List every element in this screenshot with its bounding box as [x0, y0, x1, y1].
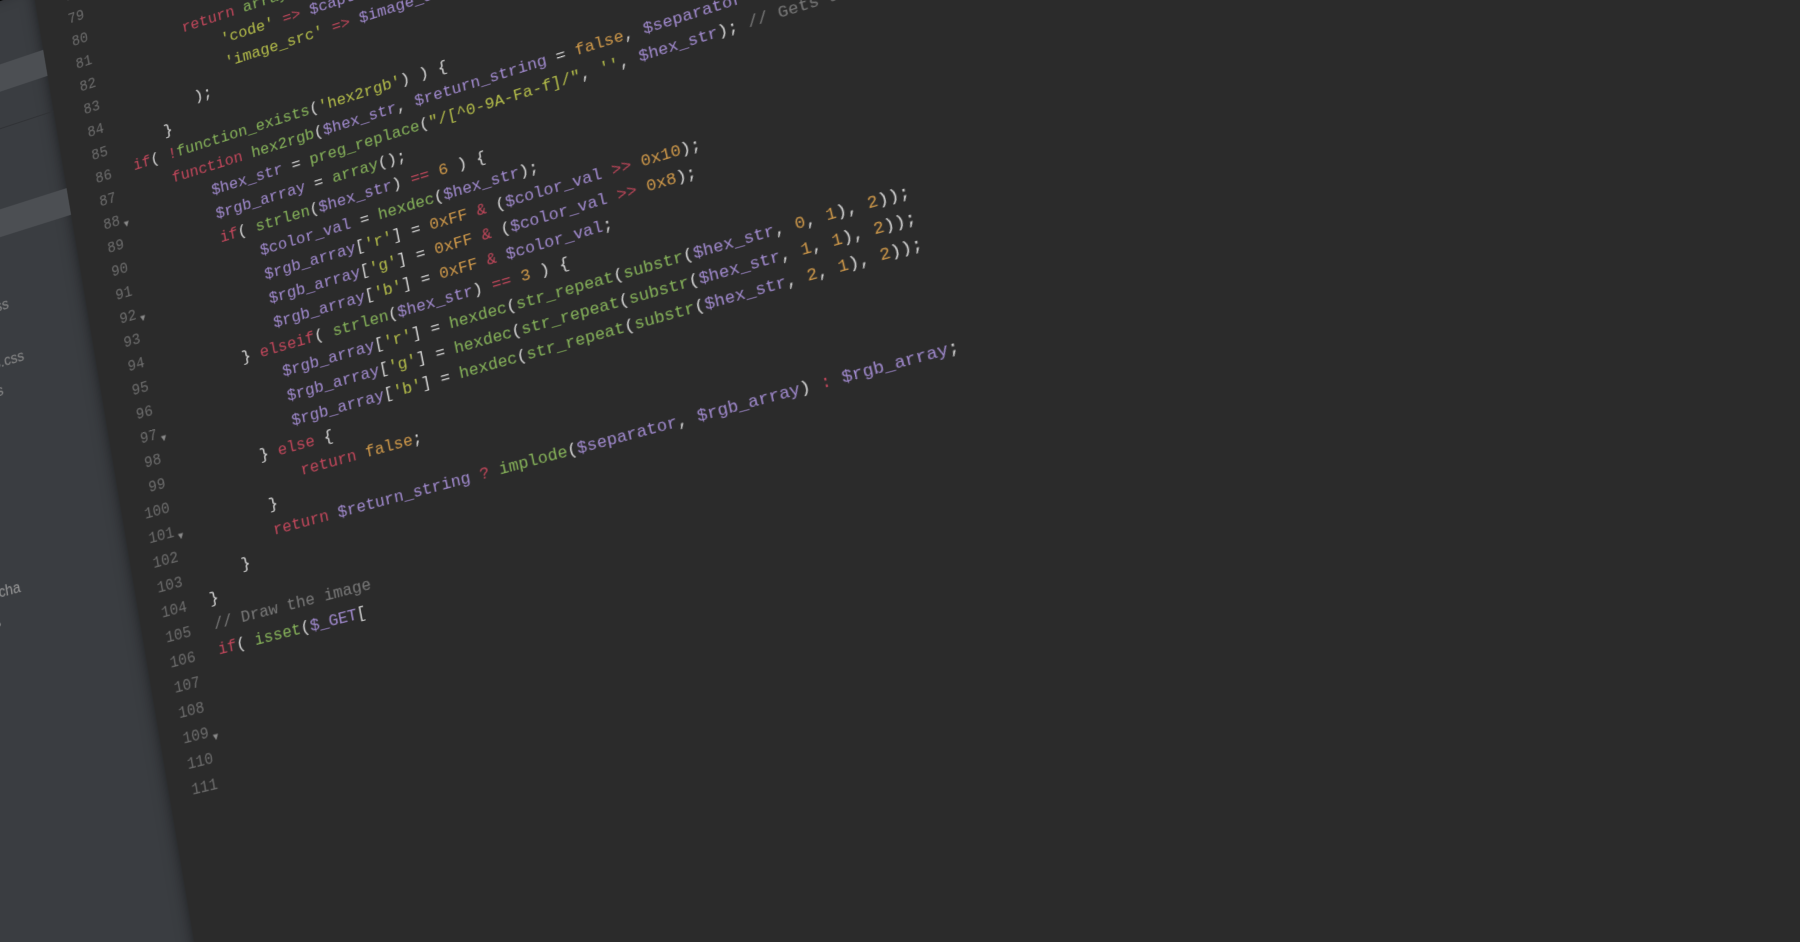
editor-window: Empty.htmlsend_form_email.php HTML ▾ css… — [0, 0, 1800, 942]
token-plain: ); — [716, 15, 750, 42]
token-plain: } — [208, 589, 220, 610]
token-plain: [ — [355, 604, 368, 625]
token-str: 'g' — [387, 352, 419, 378]
token-str: 'b' — [392, 377, 424, 403]
token-plain: )); — [888, 235, 924, 263]
file-ext: .css — [0, 383, 5, 405]
token-plain: ); — [518, 159, 541, 183]
file-ext: .css — [0, 296, 10, 318]
code-editor[interactable]: 7879808182838485868788▼89909192▼93949596… — [33, 0, 1800, 942]
token-plain: ); — [679, 136, 703, 160]
code-area[interactable]: trim(preg_replace('/\\\\/', '/', realpat… — [84, 0, 1800, 668]
token-plain: { — [313, 428, 335, 451]
token-plain: ), — [847, 247, 883, 275]
token-plain: ); — [675, 164, 699, 188]
file-ext: .css — [0, 348, 25, 370]
token-num: 0x8 — [645, 170, 679, 197]
